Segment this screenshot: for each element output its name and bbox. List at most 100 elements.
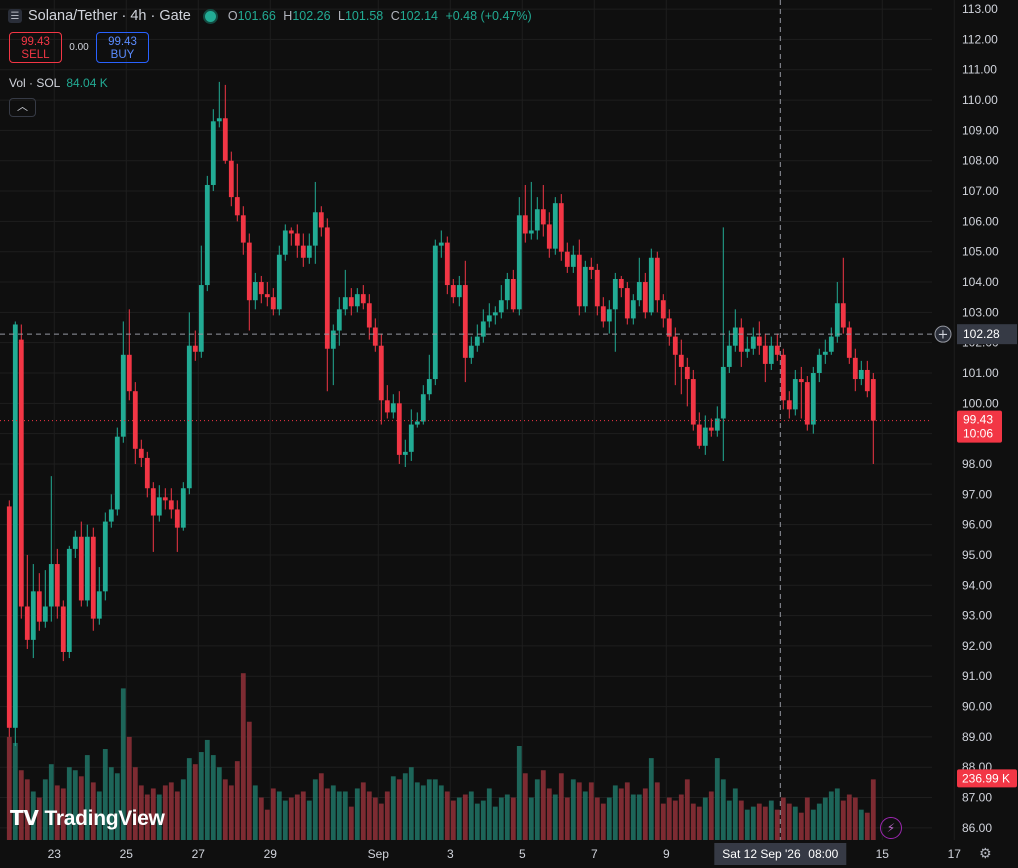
volume-bar bbox=[576, 782, 582, 840]
candle-body bbox=[840, 303, 846, 328]
countdown-label: 10:06 bbox=[963, 427, 993, 441]
sell-button[interactable]: 99.43 SELL bbox=[9, 32, 62, 63]
collapse-legend-button[interactable]: ︿ bbox=[9, 98, 36, 117]
tradingview-logo-icon: 𝗧𝗩 bbox=[10, 808, 39, 830]
volume-bar bbox=[276, 791, 282, 840]
volume-bar bbox=[450, 800, 456, 840]
y-tick-label: 111.00 bbox=[962, 63, 997, 77]
volume-bar bbox=[840, 800, 846, 840]
chevron-up-icon: ︿ bbox=[17, 101, 28, 113]
volume-bar bbox=[324, 788, 330, 840]
volume-bar bbox=[198, 752, 204, 840]
lightning-icon[interactable]: ⚡ bbox=[880, 817, 902, 839]
candle-body bbox=[822, 351, 828, 355]
watermark-text: TradingView bbox=[44, 806, 165, 830]
candle-body bbox=[726, 345, 732, 367]
volume-bar bbox=[678, 794, 684, 840]
volume-bar bbox=[294, 794, 300, 840]
ohlc-open-value: 101.66 bbox=[237, 9, 276, 23]
x-tick-label: 9 bbox=[663, 847, 670, 861]
candle-body bbox=[810, 372, 816, 425]
candle-body bbox=[462, 285, 468, 358]
volume-bar bbox=[666, 797, 672, 840]
candle-body bbox=[690, 379, 696, 425]
candle-body bbox=[90, 536, 96, 619]
volume-bar bbox=[774, 809, 780, 840]
volume-bar bbox=[702, 797, 708, 840]
gear-icon[interactable]: ⚙ bbox=[979, 846, 993, 860]
volume-bar bbox=[516, 745, 522, 840]
y-tick-label: 100.00 bbox=[962, 396, 999, 410]
menu-icon[interactable]: ☰ bbox=[8, 9, 22, 23]
candle-body bbox=[66, 548, 72, 652]
volume-bar bbox=[312, 779, 318, 840]
price-chart[interactable]: 113.00 112.00 111.00 110.00 109.00 108.00 107.… bbox=[0, 0, 1018, 868]
candle-body bbox=[678, 354, 684, 367]
candle-body bbox=[450, 285, 456, 298]
candle-body bbox=[702, 427, 708, 446]
volume-bar bbox=[492, 806, 498, 840]
volume-bar bbox=[594, 797, 600, 840]
symbol-title[interactable]: Solana/Tether · 4h · Gate bbox=[28, 8, 191, 24]
last-price-label: 99.43 bbox=[963, 413, 993, 427]
candle-body bbox=[174, 509, 180, 528]
y-tick-label: 109.00 bbox=[962, 123, 999, 137]
candle-body bbox=[594, 269, 600, 307]
volume-bar bbox=[168, 782, 174, 840]
candle-body bbox=[660, 300, 666, 319]
candle-body bbox=[768, 345, 774, 364]
candle-body bbox=[270, 297, 276, 310]
candle-body bbox=[852, 357, 858, 380]
y-tick-label: 101.00 bbox=[962, 366, 999, 380]
volume-bar bbox=[234, 761, 240, 840]
volume-bar bbox=[750, 806, 756, 840]
sell-label: SELL bbox=[21, 49, 50, 61]
market-status-icon[interactable] bbox=[202, 8, 218, 24]
candle-body bbox=[432, 245, 438, 380]
y-tick-label: 104.00 bbox=[962, 275, 999, 289]
buy-button[interactable]: 99.43 BUY bbox=[96, 32, 149, 63]
candle-body bbox=[18, 339, 24, 607]
candle-body bbox=[240, 215, 246, 243]
volume-bar bbox=[354, 788, 360, 840]
candle-body bbox=[816, 354, 822, 373]
volume-bar bbox=[204, 739, 210, 840]
volume-bar bbox=[390, 776, 396, 840]
candle-body bbox=[762, 345, 768, 364]
y-tick-label: 91.00 bbox=[962, 669, 992, 683]
volume-bar bbox=[336, 791, 342, 840]
candle-body bbox=[54, 564, 60, 607]
candle-body bbox=[354, 294, 360, 307]
candle-body bbox=[384, 400, 390, 413]
y-tick-label: 106.00 bbox=[962, 214, 999, 228]
candle-body bbox=[186, 345, 192, 489]
candle-body bbox=[636, 282, 642, 301]
volume-bar bbox=[222, 779, 228, 840]
candle-body bbox=[264, 294, 270, 298]
candle-body bbox=[774, 345, 780, 355]
volume-bar bbox=[852, 797, 858, 840]
candle-body bbox=[558, 203, 564, 252]
candle-body bbox=[846, 327, 852, 358]
candle-body bbox=[198, 285, 204, 352]
candle-body bbox=[252, 282, 258, 301]
tradingview-watermark[interactable]: 𝗧𝗩 TradingView bbox=[10, 806, 165, 831]
candle-body bbox=[72, 536, 78, 549]
volume-bar bbox=[570, 779, 576, 840]
ohlc-close-key: C bbox=[390, 9, 400, 23]
candle-body bbox=[414, 421, 420, 425]
candle-body bbox=[486, 315, 492, 322]
volume-legend[interactable]: Vol · SOL 84.04 K bbox=[9, 76, 108, 90]
volume-bar bbox=[438, 785, 444, 840]
volume-value-label: 236.99 K bbox=[962, 771, 1010, 785]
candle-body bbox=[78, 536, 84, 601]
volume-bar bbox=[378, 803, 384, 840]
volume-bar bbox=[408, 767, 414, 840]
candle-body bbox=[498, 300, 504, 313]
volume-bar bbox=[672, 800, 678, 840]
y-tick-label: 98.00 bbox=[962, 457, 992, 471]
volume-bar bbox=[228, 785, 234, 840]
candle-body bbox=[864, 369, 870, 392]
candle-body bbox=[84, 536, 90, 601]
candle-body bbox=[294, 233, 300, 246]
